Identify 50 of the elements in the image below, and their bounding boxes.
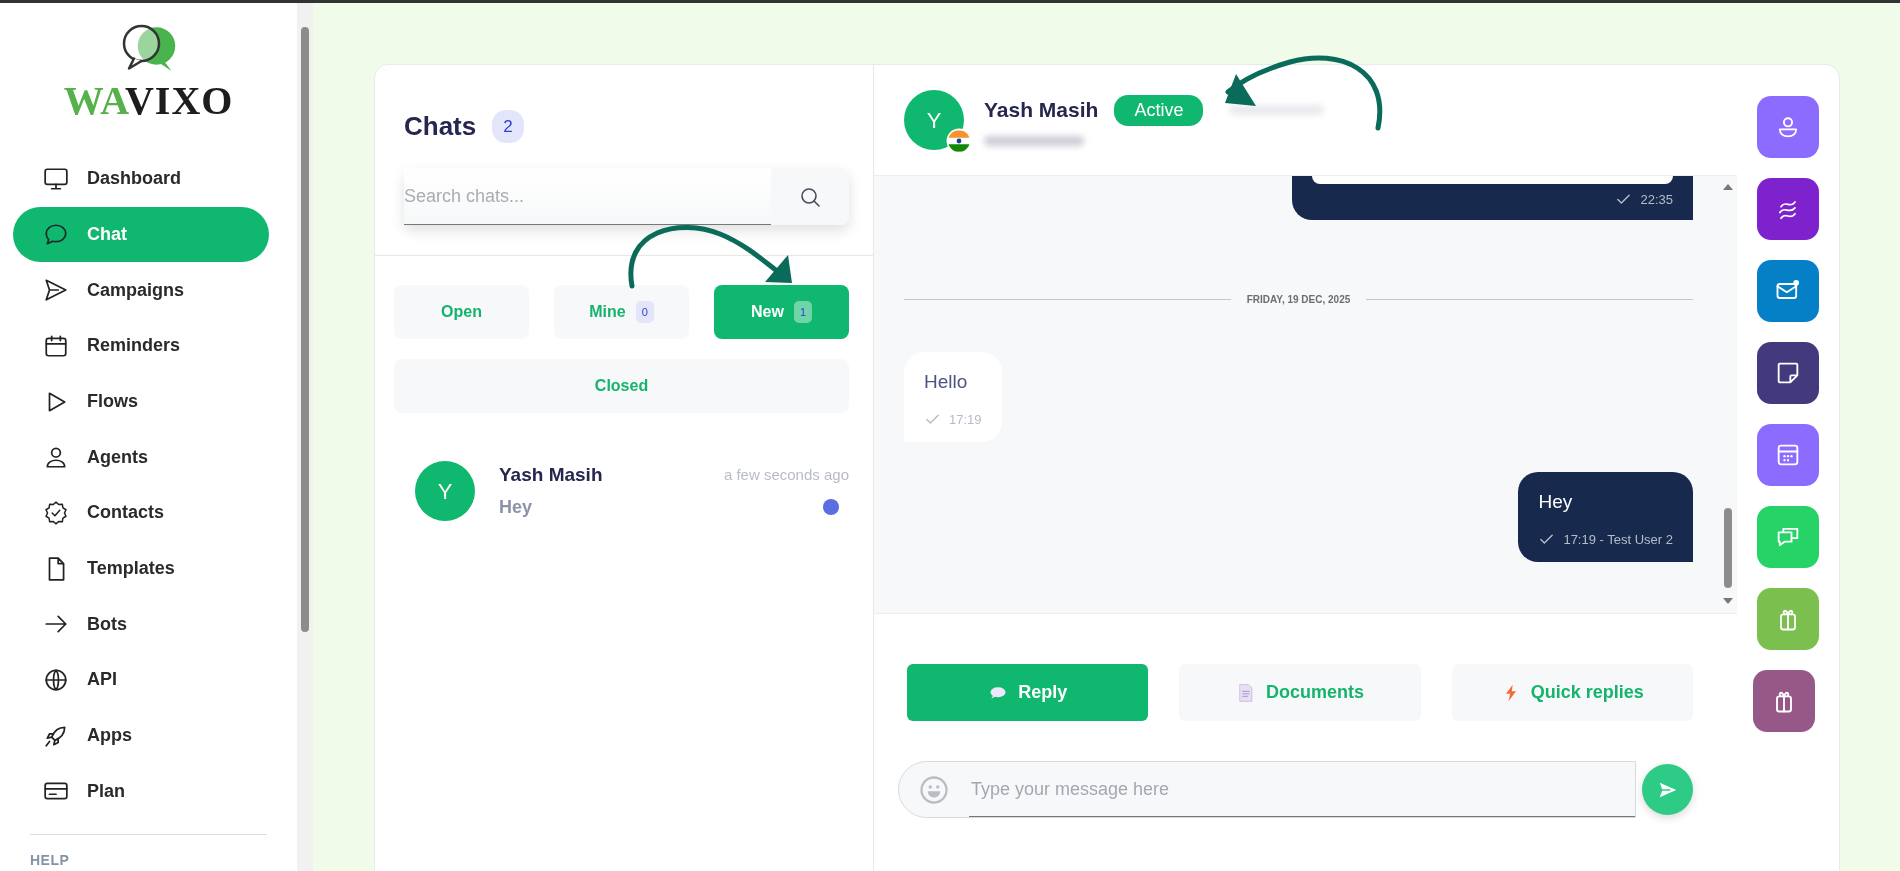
monitor-icon bbox=[43, 165, 69, 192]
contact-name: Yash Masih bbox=[984, 97, 1099, 124]
nav-item[interactable]: Apps bbox=[13, 707, 269, 764]
tool-button[interactable] bbox=[1757, 342, 1819, 404]
avatar: Y bbox=[904, 90, 964, 150]
search-button[interactable] bbox=[771, 168, 849, 225]
nav-item[interactable]: Bots bbox=[13, 596, 269, 653]
smiley-icon bbox=[919, 774, 949, 805]
tool-button[interactable] bbox=[1757, 260, 1819, 322]
speech-bubble-icon bbox=[43, 221, 69, 248]
nav-item[interactable]: Dashboard bbox=[13, 151, 269, 207]
nav-item[interactable]: Flows bbox=[13, 373, 269, 430]
send-button[interactable] bbox=[1642, 764, 1693, 815]
panel-title: Chats bbox=[404, 110, 477, 143]
tool-button[interactable] bbox=[1757, 178, 1819, 240]
nav-item[interactable]: API bbox=[13, 652, 269, 708]
filter-tab[interactable]: New 1 bbox=[714, 285, 849, 339]
count-badge: 1 bbox=[793, 300, 812, 324]
conversation-item[interactable]: Y Yash Masih a few seconds ago Hey bbox=[415, 461, 849, 531]
message-text: Hello bbox=[924, 369, 969, 394]
contact-name: Yash Masih bbox=[499, 463, 603, 487]
avatar: Y bbox=[415, 461, 475, 521]
message-preview: Hey bbox=[499, 495, 533, 519]
send-icon bbox=[43, 277, 69, 304]
filter-tab[interactable]: Mine 0 bbox=[554, 285, 689, 339]
calendar-icon bbox=[43, 332, 69, 359]
timestamp: a few seconds ago bbox=[723, 465, 849, 485]
date-divider: FRIDAY, 19 DEC, 2025 bbox=[1246, 292, 1351, 307]
nav-item[interactable]: Agents bbox=[13, 429, 269, 486]
search-field[interactable]: Search chats... bbox=[404, 168, 771, 225]
nav-item[interactable]: Templates bbox=[13, 540, 269, 597]
message-input[interactable]: Type your message here bbox=[898, 761, 1636, 818]
message-time: 22:35 bbox=[1640, 191, 1673, 209]
nav-item[interactable]: Contacts bbox=[13, 485, 269, 541]
globe-icon bbox=[43, 666, 69, 693]
section-heading: HELP bbox=[30, 851, 71, 871]
count-badge: 0 bbox=[635, 300, 654, 324]
message-time: 17:19 - Test User 2 bbox=[1563, 531, 1673, 549]
message-text: Hey bbox=[1538, 489, 1574, 514]
message-time: 17:19 bbox=[949, 411, 982, 429]
verified-badge-icon bbox=[43, 499, 69, 526]
nav-item[interactable]: Reminders bbox=[13, 318, 269, 374]
nav-item[interactable]: Campaigns bbox=[13, 262, 269, 318]
status-badge: Active bbox=[1114, 94, 1204, 126]
flag-icon bbox=[946, 128, 972, 154]
count-badge: 2 bbox=[492, 109, 524, 144]
logo: WAVIXO bbox=[63, 21, 234, 121]
tool-button[interactable] bbox=[1753, 670, 1815, 732]
scrollbar[interactable] bbox=[297, 3, 313, 871]
nav-item[interactable]: Plan bbox=[13, 763, 269, 820]
